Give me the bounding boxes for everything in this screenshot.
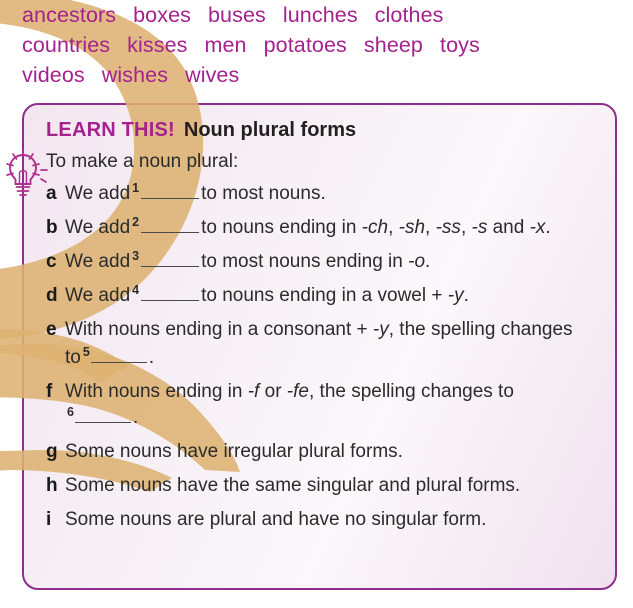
suffix-y: -y	[447, 285, 464, 306]
suffix-fe: -fe	[286, 381, 309, 402]
word-item: ancestors	[22, 3, 117, 27]
word-list-row: videos wishes wives	[22, 60, 622, 90]
blank-field[interactable]	[90, 346, 147, 363]
rule-item-d: d We add 4 to nouns ending in a vowel + -y…	[46, 282, 599, 310]
rule-text-end: .	[425, 251, 431, 272]
rule-f-continuation: 6.	[65, 404, 599, 432]
word-item: wives	[185, 63, 240, 87]
word-item: toys	[440, 33, 480, 57]
blank-marker: 1	[132, 180, 140, 195]
rule-item-i: i Some nouns are plural and have no sing…	[46, 506, 599, 534]
word-list-row: ancestors boxes buses lunches clothes	[22, 0, 622, 30]
suffix-y: -y	[372, 319, 389, 340]
rule-text-after: to nouns ending in	[201, 217, 362, 238]
rule-text-before: We add	[65, 285, 131, 306]
rule-text-end: .	[148, 347, 155, 368]
word-item: lunches	[282, 3, 358, 27]
word-item: kisses	[127, 33, 188, 57]
blank-marker: 3	[132, 248, 140, 263]
rule-text: We add 2 to nouns ending in -ch, -sh, -ss,…	[65, 214, 599, 242]
word-item: wishes	[101, 63, 169, 87]
rule-item-a: a We add 1 to most nouns.	[46, 180, 599, 208]
rule-letter: c	[46, 251, 57, 272]
learn-this-label: LEARN THIS!	[46, 119, 175, 141]
rule-letter: h	[46, 475, 58, 496]
rule-text: Some nouns have irregular plural forms.	[65, 441, 403, 462]
blank-marker: 4	[132, 282, 140, 297]
rule-text-before: We add	[65, 217, 131, 238]
word-list-row: countries kisses men potatoes sheep toys	[22, 30, 622, 60]
word-item: potatoes	[263, 33, 347, 57]
word-item: countries	[22, 33, 111, 57]
rule-letter: d	[46, 285, 58, 306]
rule-letter: a	[46, 183, 57, 204]
rule-text-mid: , the spelling changes to	[308, 381, 514, 402]
rule-text: We add 1 to most nouns.	[65, 180, 599, 208]
rule-text-after: to most nouns.	[201, 183, 326, 204]
word-item: sheep	[363, 33, 423, 57]
word-item: buses	[208, 3, 266, 27]
rule-letter: g	[46, 441, 58, 462]
rule-text-after: to most nouns ending in	[201, 251, 409, 272]
rule-text: With nouns ending in a consonant + -y, t…	[65, 316, 599, 372]
word-list: ancestors boxes buses lunches clothes countr…	[22, 0, 622, 90]
rule-item-e: e With nouns ending in a consonant + -y,…	[46, 316, 599, 372]
learn-this-content: LEARN THIS! Noun plural forms To make a n…	[22, 103, 617, 590]
rule-text-end: .	[545, 217, 551, 238]
blank-field[interactable]	[141, 216, 200, 233]
separator: ,	[460, 217, 472, 238]
lightbulb-icon	[6, 149, 48, 196]
suffix-f: -f	[247, 381, 260, 402]
rule-text: Some nouns are plural and have no singul…	[65, 509, 487, 530]
separator: or	[259, 381, 287, 402]
rule-text: We add 3 to most nouns ending in -o.	[65, 248, 599, 276]
suffix-o: -o	[408, 251, 426, 272]
rules-list: a We add 1 to most nouns. b We add 2 to noun…	[46, 180, 599, 534]
suffix-x: -x	[529, 217, 546, 238]
rule-item-c: c We add 3 to most nouns ending in -o.	[46, 248, 599, 276]
rule-text-after: to nouns ending in a vowel +	[201, 285, 448, 306]
separator: ,	[425, 217, 436, 238]
suffix-ch: -ch	[361, 217, 389, 238]
blank-field[interactable]	[141, 250, 200, 267]
box-header: LEARN THIS! Noun plural forms	[46, 117, 599, 143]
rule-letter: e	[46, 319, 57, 340]
rule-letter: i	[46, 509, 52, 530]
rule-text: Some nouns have the same singular and pl…	[65, 475, 521, 496]
blank-marker: 2	[132, 214, 140, 229]
word-item: boxes	[133, 3, 191, 27]
separator: ,	[388, 217, 399, 238]
rule-text: With nouns ending in -f or -fe, the spel…	[65, 378, 599, 432]
box-title: Noun plural forms	[183, 119, 357, 141]
rule-text-before: With nouns ending in	[65, 381, 248, 402]
separator: and	[487, 217, 530, 238]
rule-text-before: We add	[65, 251, 131, 272]
word-item: men	[204, 33, 247, 57]
rule-text: We add 4 to nouns ending in a vowel + -y.	[65, 282, 599, 310]
rule-text-end: .	[132, 407, 139, 428]
rule-letter: f	[46, 381, 53, 402]
suffix-sh: -sh	[398, 217, 426, 238]
rule-letter: b	[46, 217, 58, 238]
rule-text-before: We add	[65, 183, 131, 204]
rule-item-h: h Some nouns have the same singular and …	[46, 472, 599, 500]
intro-text: To make a noun plural:	[46, 151, 239, 172]
blank-field[interactable]	[141, 182, 200, 199]
rule-text-end: .	[463, 285, 469, 306]
suffix-ss: -ss	[435, 217, 461, 238]
suffix-s: -s	[471, 217, 488, 238]
rule-item-f: f With nouns ending in -f or -fe, the sp…	[46, 378, 599, 432]
blank-field[interactable]	[74, 406, 131, 423]
blank-marker: 5	[82, 344, 90, 359]
blank-field[interactable]	[141, 284, 200, 301]
word-item: videos	[22, 63, 85, 87]
rule-item-b: b We add 2 to nouns ending in -ch, -sh, -s…	[46, 214, 599, 242]
rule-text-before: With nouns ending in a consonant +	[65, 319, 373, 340]
blank-marker: 6	[67, 404, 74, 419]
word-item: clothes	[374, 3, 444, 27]
rule-item-g: g Some nouns have irregular plural forms…	[46, 438, 599, 466]
